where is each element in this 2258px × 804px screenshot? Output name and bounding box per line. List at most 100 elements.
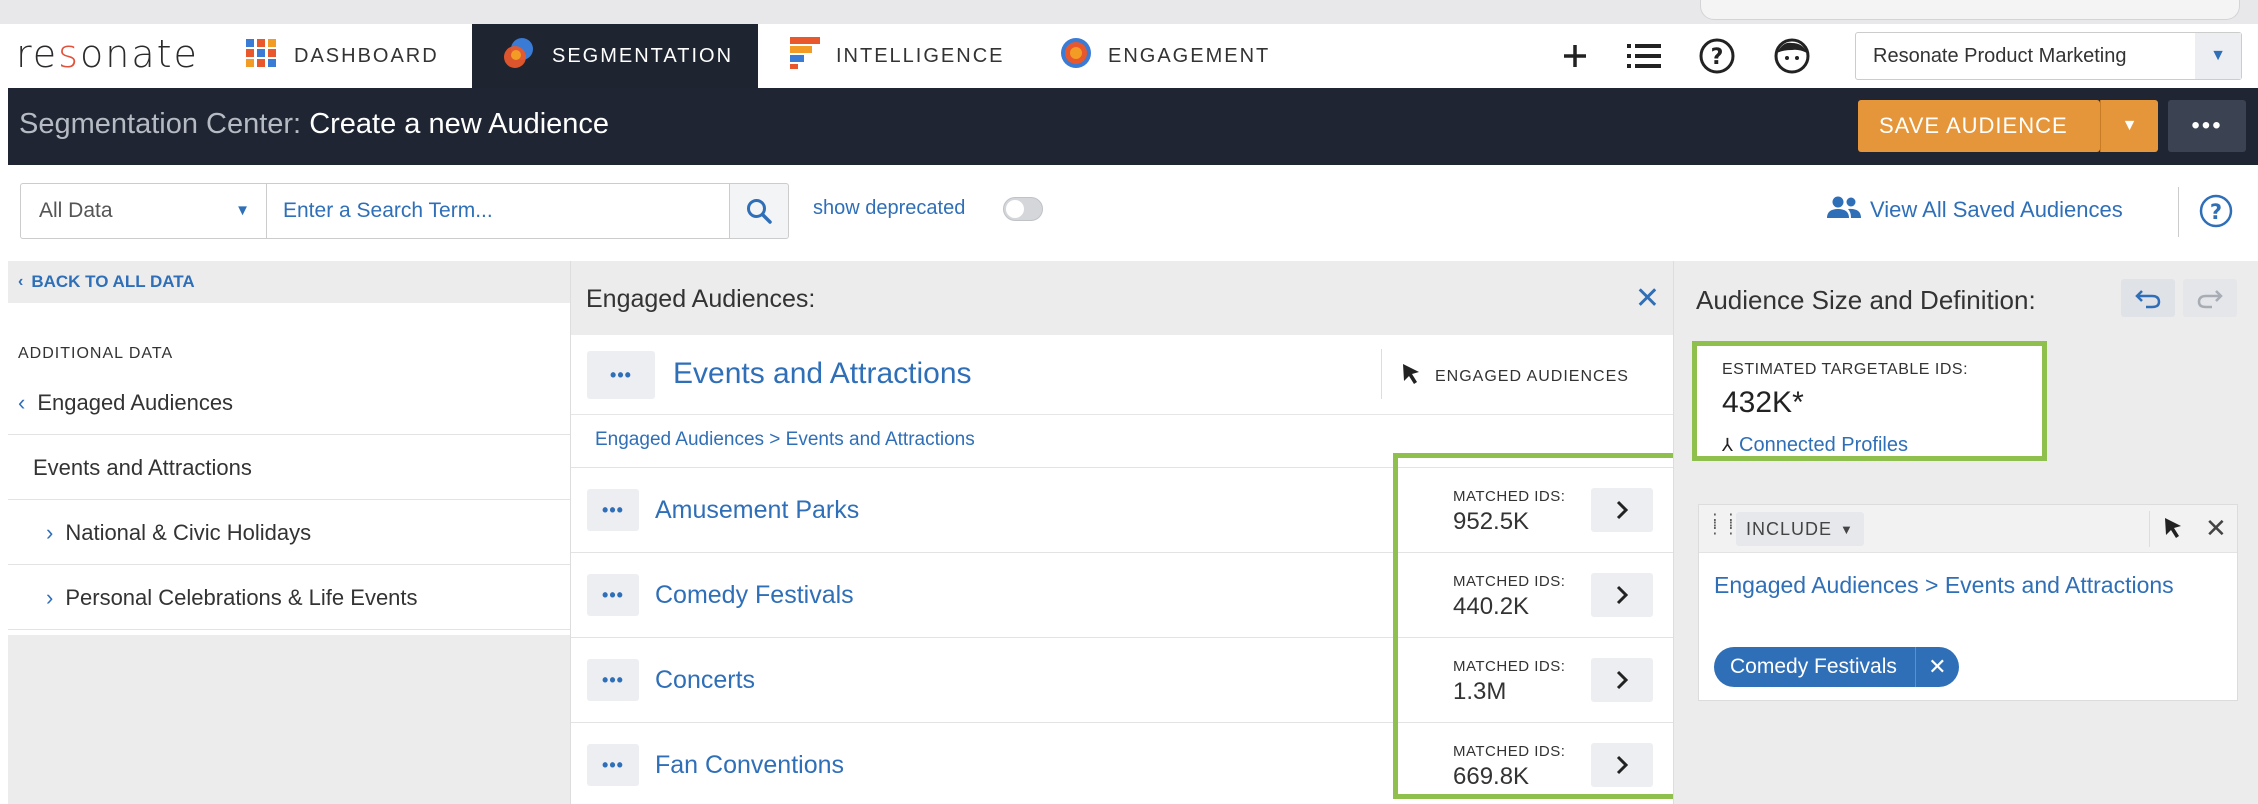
section-label: ADDITIONAL DATA bbox=[18, 345, 174, 362]
search-icon bbox=[747, 199, 772, 224]
matched-ids-label: MATCHED IDS: bbox=[1453, 658, 1566, 675]
dashboard-grid-icon bbox=[246, 39, 278, 73]
browser-strip bbox=[0, 0, 2258, 24]
include-label: INCLUDE bbox=[1746, 518, 1833, 539]
matched-ids-value: 440.2K bbox=[1453, 593, 1530, 620]
search-button[interactable] bbox=[729, 183, 789, 239]
page-title-main: Create a new Audience bbox=[309, 108, 610, 140]
tab-dashboard[interactable]: DASHBOARD bbox=[246, 24, 466, 88]
estimated-ids-label: ESTIMATED TARGETABLE IDS: bbox=[1722, 361, 1969, 378]
row-options-button[interactable]: ••• bbox=[587, 574, 639, 616]
left-item-label: Personal Celebrations & Life Events bbox=[65, 584, 418, 610]
category-title[interactable]: Events and Attractions bbox=[673, 357, 972, 391]
add-audience-button[interactable] bbox=[1591, 488, 1653, 532]
drag-handle-icon[interactable]: ⋮⋮ ⋮⋮ bbox=[1707, 513, 1739, 537]
browser-address-pill[interactable] bbox=[1700, 0, 2240, 20]
svg-text:?: ? bbox=[2210, 200, 2222, 224]
toggle-knob bbox=[1006, 200, 1024, 218]
row-options-button[interactable]: ••• bbox=[587, 489, 639, 531]
tab-intelligence-label: INTELLIGENCE bbox=[836, 44, 1005, 67]
left-item-events-and-attractions[interactable]: Events and Attractions bbox=[8, 436, 570, 500]
svg-text:?: ? bbox=[1711, 45, 1724, 70]
chevron-right-icon bbox=[1616, 500, 1629, 520]
category-options-button[interactable]: ••• bbox=[587, 351, 655, 399]
matched-ids-value: 952.5K bbox=[1453, 508, 1530, 535]
audience-row-fan-conventions: ••• Fan Conventions MATCHED IDS: 669.8K bbox=[571, 723, 1674, 804]
close-icon[interactable]: ✕ bbox=[2205, 513, 2227, 544]
list-icon[interactable] bbox=[1624, 36, 1664, 76]
help-icon[interactable]: ? bbox=[2198, 193, 2234, 234]
chevron-down-icon[interactable]: ▼ bbox=[2195, 33, 2241, 79]
selected-audience-chip: Comedy Festivals ✕ bbox=[1714, 647, 1959, 687]
audience-name[interactable]: Amusement Parks bbox=[655, 496, 859, 525]
include-select[interactable]: INCLUDE ▼ bbox=[1736, 512, 1864, 546]
show-deprecated-label: show deprecated bbox=[813, 197, 966, 219]
undo-button[interactable] bbox=[2121, 279, 2175, 317]
connected-profiles-link[interactable]: ⅄ Connected Profiles bbox=[1722, 434, 1908, 457]
audience-name[interactable]: Concerts bbox=[655, 666, 755, 695]
row-options-button[interactable]: ••• bbox=[587, 659, 639, 701]
user-avatar-icon[interactable] bbox=[1772, 36, 1812, 76]
left-item-national-civic-holidays[interactable]: › National & Civic Holidays bbox=[8, 501, 570, 565]
engagement-target-icon bbox=[1060, 37, 1092, 75]
chevron-right-icon: › bbox=[46, 519, 54, 545]
cursor-pointer-icon[interactable] bbox=[2163, 517, 2183, 544]
divider bbox=[2178, 187, 2179, 237]
merge-icon: ⅄ bbox=[1722, 435, 1733, 455]
definition-card: ⋮⋮ ⋮⋮ INCLUDE ▼ ✕ Engaged Audiences > Even… bbox=[1698, 504, 2238, 701]
organization-select[interactable]: Resonate Product Marketing ▼ bbox=[1855, 32, 2242, 80]
connected-profiles-label: Connected Profiles bbox=[1739, 434, 1908, 456]
page-header: Segmentation Center: Create a new Audien… bbox=[8, 88, 2258, 165]
row-options-button[interactable]: ••• bbox=[587, 744, 639, 786]
page-title: Segmentation Center: Create a new Audien… bbox=[19, 108, 609, 141]
chevron-down-icon: ▼ bbox=[235, 202, 250, 219]
add-audience-button[interactable] bbox=[1591, 743, 1653, 787]
view-saved-audiences-label: View All Saved Audiences bbox=[1870, 197, 2123, 222]
show-deprecated-toggle[interactable] bbox=[1003, 197, 1043, 221]
add-audience-button[interactable] bbox=[1591, 658, 1653, 702]
engaged-audiences-tag[interactable]: ENGAGED AUDIENCES bbox=[1401, 363, 1629, 390]
matched-ids-label: MATCHED IDS: bbox=[1453, 573, 1566, 590]
chevron-right-icon bbox=[1616, 755, 1629, 775]
redo-button[interactable] bbox=[2183, 279, 2237, 317]
tab-intelligence[interactable]: INTELLIGENCE bbox=[790, 24, 1020, 88]
left-item-personal-celebrations[interactable]: › Personal Celebrations & Life Events bbox=[8, 566, 570, 630]
plus-icon[interactable] bbox=[1555, 36, 1595, 76]
tab-engagement[interactable]: ENGAGEMENT bbox=[1060, 24, 1290, 88]
segmentation-icon bbox=[502, 37, 536, 75]
back-to-all-data-link[interactable]: ‹ BACK TO ALL DATA bbox=[8, 261, 570, 303]
estimated-ids-card: ESTIMATED TARGETABLE IDS: 432K* ⅄ Connec… bbox=[1692, 341, 2047, 461]
chip-label: Comedy Festivals bbox=[1730, 655, 1897, 678]
save-options-chevron-icon[interactable]: ▼ bbox=[2100, 100, 2158, 152]
left-item-label: National & Civic Holidays bbox=[65, 519, 312, 545]
audience-name[interactable]: Fan Conventions bbox=[655, 751, 844, 780]
remove-chip-icon[interactable]: ✕ bbox=[1914, 647, 1959, 687]
view-saved-audiences-link[interactable]: View All Saved Audiences bbox=[1826, 195, 2123, 225]
left-data-panel: ‹ BACK TO ALL DATA ADDITIONAL DATA ‹ Engag… bbox=[8, 261, 570, 804]
tab-segmentation[interactable]: SEGMENTATION bbox=[472, 24, 758, 88]
redo-icon bbox=[2197, 290, 2223, 309]
definition-card-header: ⋮⋮ ⋮⋮ INCLUDE ▼ ✕ bbox=[1699, 505, 2237, 553]
save-audience-button[interactable]: SAVE AUDIENCE bbox=[1858, 100, 2100, 152]
search-input[interactable] bbox=[266, 183, 730, 239]
more-options-button[interactable]: ••• bbox=[2168, 100, 2246, 152]
audiences-panel-header: Engaged Audiences: ✕ bbox=[571, 261, 1674, 335]
left-item-label: Events and Attractions bbox=[33, 454, 252, 480]
chevron-right-icon bbox=[1616, 670, 1629, 690]
data-scope-select[interactable]: All Data ▼ bbox=[20, 183, 266, 239]
add-audience-button[interactable] bbox=[1591, 573, 1653, 617]
left-item-engaged-audiences[interactable]: ‹ Engaged Audiences bbox=[8, 371, 570, 435]
chevron-left-icon: ‹ bbox=[18, 273, 24, 290]
page-title-prefix: Segmentation Center: bbox=[19, 108, 302, 140]
breadcrumb[interactable]: Engaged Audiences > Events and Attractio… bbox=[595, 429, 975, 451]
help-icon[interactable]: ? bbox=[1697, 36, 1737, 76]
matched-ids-label: MATCHED IDS: bbox=[1453, 488, 1566, 505]
definition-path-link[interactable]: Engaged Audiences > Events and Attractio… bbox=[1714, 569, 2214, 601]
search-row: All Data ▼ show deprecated View All Save… bbox=[8, 165, 2258, 261]
divider bbox=[2149, 511, 2150, 547]
users-icon bbox=[1826, 195, 1862, 225]
resonate-logo[interactable]: resonate bbox=[16, 32, 199, 76]
cursor-pointer-icon bbox=[1401, 363, 1421, 390]
audience-name[interactable]: Comedy Festivals bbox=[655, 581, 854, 610]
close-icon[interactable]: ✕ bbox=[1635, 281, 1660, 316]
